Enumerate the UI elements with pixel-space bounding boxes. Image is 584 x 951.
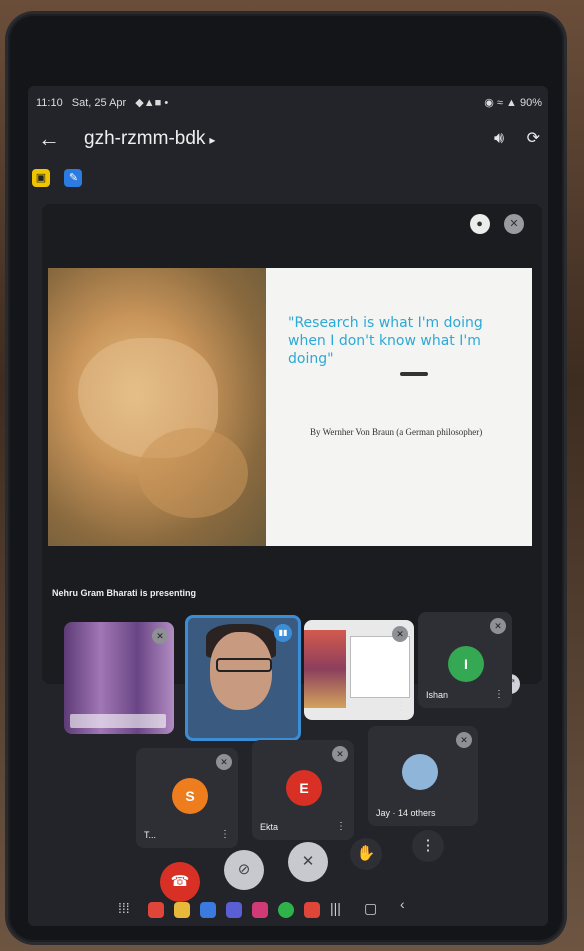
app-icon[interactable] [304,902,320,918]
more-options-icon[interactable]: ⋮ [396,701,406,712]
app-icon[interactable] [252,902,268,918]
shared-slide: "Research is what I'm doing when I don't… [48,268,532,546]
avatar: S [172,778,208,814]
app-icon[interactable] [200,902,216,918]
app-bar: ← gzh-rzmm-bdk ▸ 🔊︎ ⟳ [34,124,544,156]
tablet-frame: 11:10 Sat, 25 Apr ◆▲■ • ◉ ≈ ▲ 90% ← gzh-… [8,14,564,942]
more-options-icon[interactable]: ⋮ [220,829,230,840]
home-icon[interactable]: ▢ [364,900,377,917]
more-options-button[interactable]: ⋮ [412,830,444,862]
mic-off-icon: ✕ [392,626,408,642]
chevron-right-icon: ▸ [209,133,216,147]
battery-level: 90% [519,97,542,109]
end-call-button[interactable]: ☎ [160,862,200,902]
status-bar: 11:10 Sat, 25 Apr ◆▲■ • ◉ ≈ ▲ 90% [36,96,542,114]
switch-camera-icon[interactable]: ⟳ [527,130,540,147]
speaker-icon[interactable]: 🔊︎ [494,130,504,147]
camera-toggle-button[interactable]: ⊘ [224,850,264,890]
mic-icon[interactable]: ● [469,214,490,234]
app-icon[interactable] [148,902,164,918]
whatsapp-icon[interactable] [278,902,294,918]
mic-off-icon: ✕ [456,732,472,748]
app-drawer-icon[interactable]: ⁞⁞⁞ [118,900,130,916]
mic-off-icon: ✕ [152,628,168,644]
participant-tile-others[interactable]: ✕ Jay · 14 others [368,726,478,826]
presenting-label: Nehru Gram Bharati is presenting [52,588,197,598]
mic-off-icon: ✕ [216,754,232,770]
mic-off-icon: ✕ [332,746,348,762]
signal-icons: ◉ ≈ ▲ [484,97,520,109]
back-icon[interactable]: ‹ [400,896,405,912]
participant-tile[interactable]: ✕ S T... ⋮ [136,748,238,848]
participant-tile[interactable]: ✕ I Ishan ⋮ [418,612,512,708]
meeting-badges: ▣ ✎ [32,168,92,187]
participant-tile-speaking[interactable]: ▮▮ [185,615,301,741]
recents-icon[interactable]: ||| [330,900,341,916]
participant-name: T... [144,830,157,840]
status-date: Sat, 25 Apr [71,97,127,109]
app-icon[interactable] [226,902,242,918]
participant-tile[interactable]: ✕ E Ekta ⋮ [252,740,354,840]
avatar: I [448,646,484,682]
app-icon[interactable] [174,902,190,918]
participant-tile[interactable]: ✕ ⋮ [304,620,414,720]
mic-toggle-button[interactable]: ✕ [288,842,328,882]
edit-badge-icon[interactable]: ✎ [64,169,83,187]
participant-name: Ishan [426,690,449,700]
participant-tile[interactable]: ✕ [64,622,174,734]
meeting-code: gzh-rzmm-bdk [84,128,206,149]
slide-quote: "Research is what I'm doing when I don't… [288,315,483,367]
participant-name: Ekta [260,822,279,832]
speaking-icon: ▮▮ [274,624,292,642]
more-options-icon[interactable]: ⋮ [494,689,504,700]
captions-badge-icon[interactable]: ▣ [32,169,50,187]
mic-off-icon[interactable]: ✕ [504,214,524,234]
meeting-code-button[interactable]: gzh-rzmm-bdk ▸ [84,128,215,150]
more-options-icon[interactable]: ⋮ [336,821,346,832]
raise-hand-button[interactable]: ✋ [350,838,382,870]
participant-name: Jay · 14 others [376,808,436,818]
notification-icons: ◆▲■ • [135,97,169,109]
avatar [402,754,438,790]
avatar: E [286,770,322,806]
status-time: 11:10 [36,97,63,109]
slide-author: By Wernher Von Braun (a German philosoph… [310,427,483,437]
mic-off-icon: ✕ [490,618,506,634]
back-arrow-icon[interactable]: ← [38,126,60,152]
